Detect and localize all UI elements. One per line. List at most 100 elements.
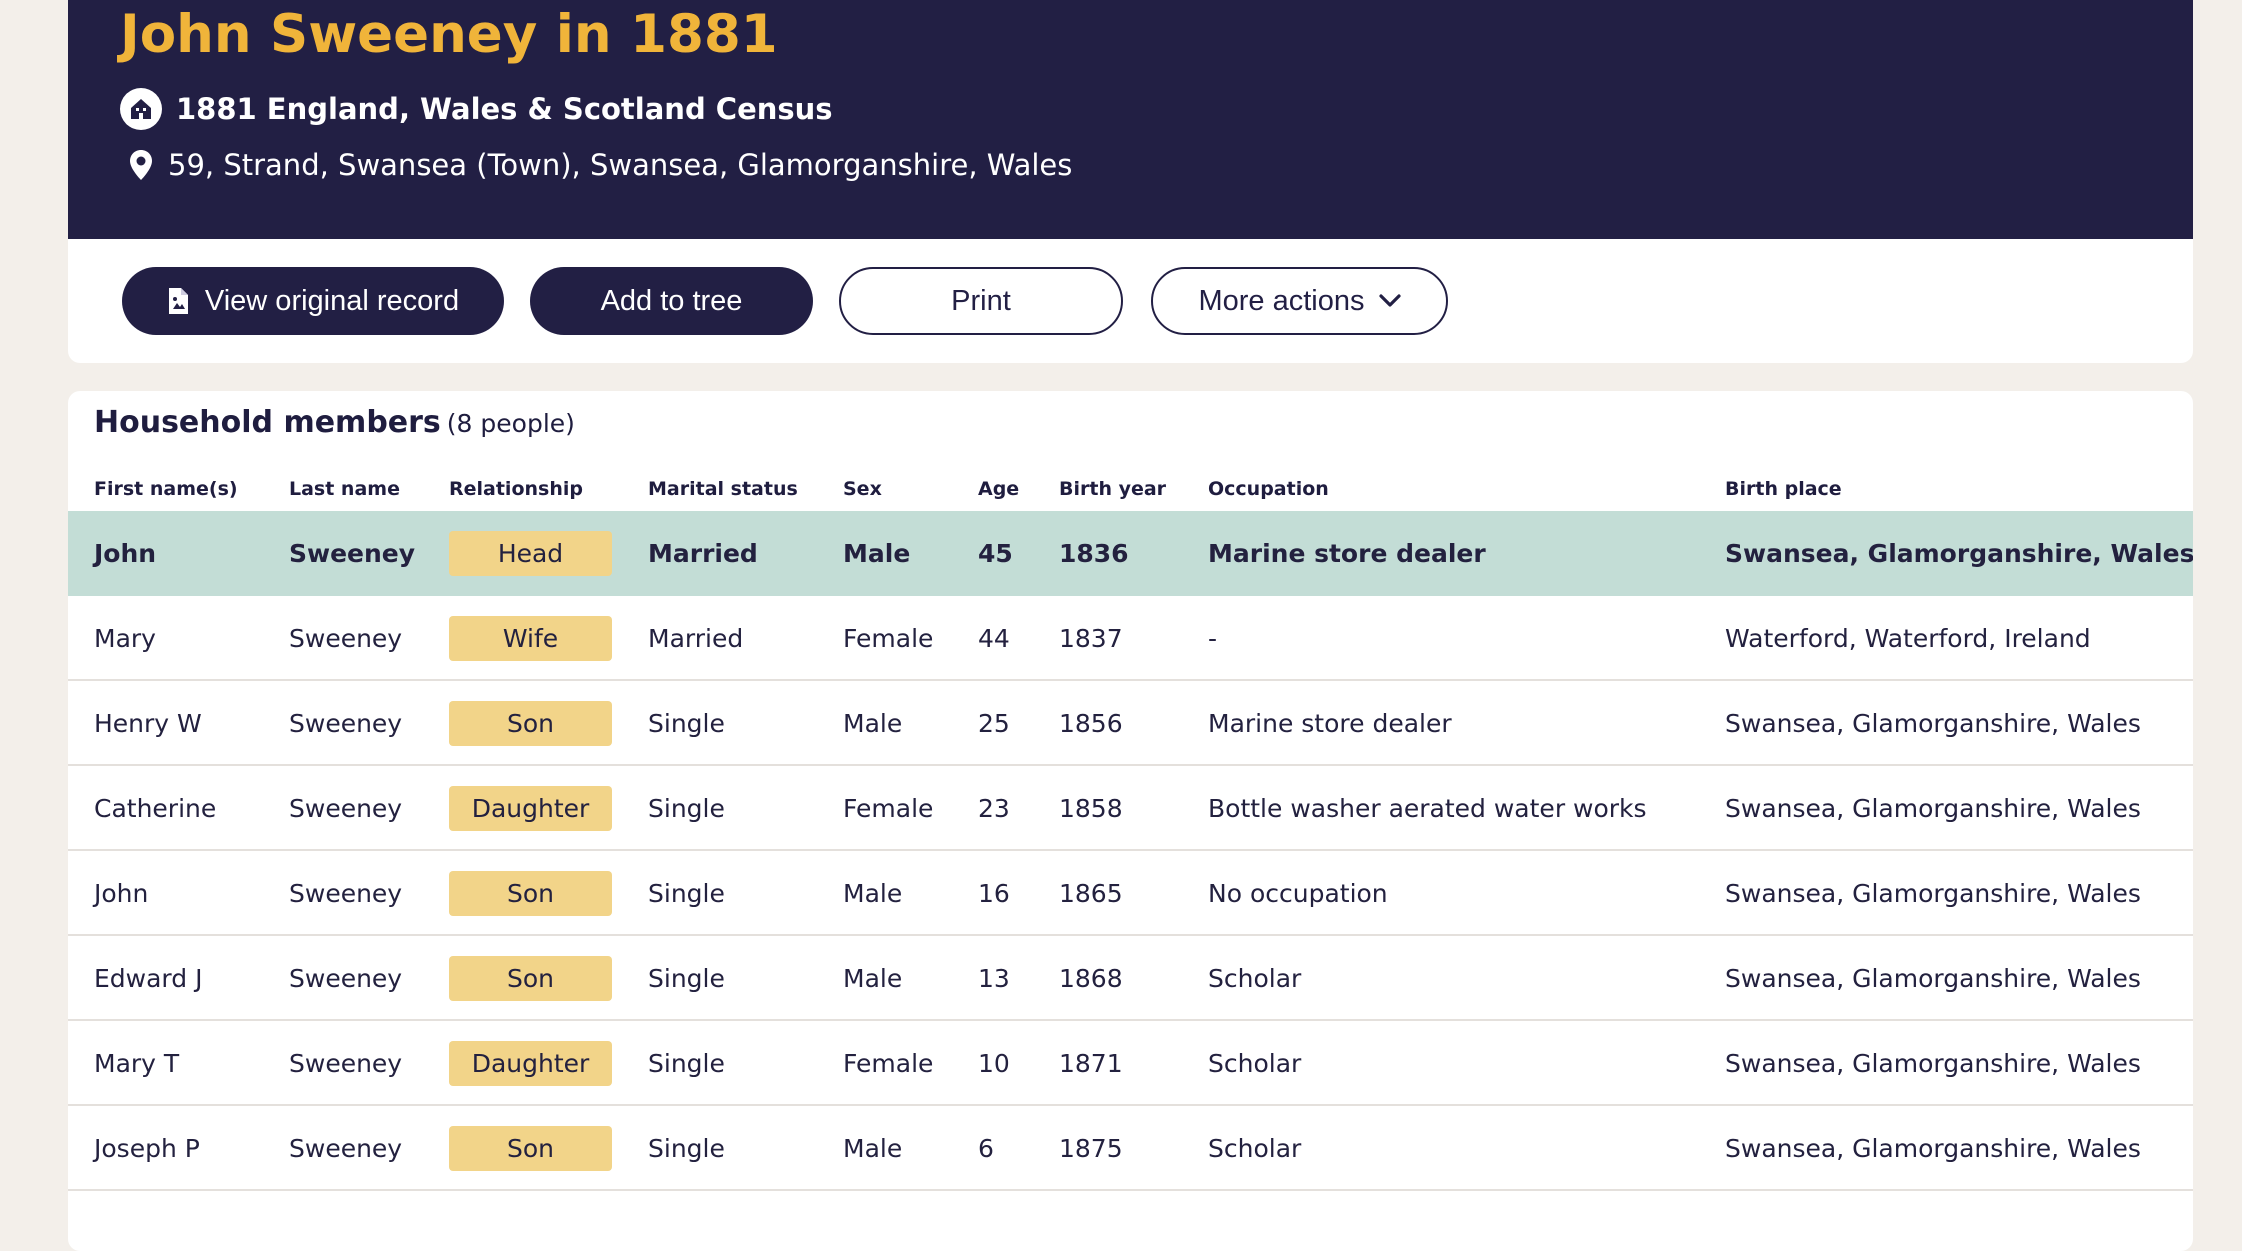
- household-heading: Household members (8 people): [94, 405, 575, 440]
- cell-last-name: Sweeney: [289, 709, 403, 738]
- column-header: Birth year: [1059, 478, 1167, 500]
- cell-sex: Male: [843, 1134, 903, 1163]
- cell-birth-place: Swansea, Glamorganshire, Wales: [1725, 709, 2141, 738]
- cell-marital-status: Single: [648, 879, 725, 908]
- cell-marital-status: Single: [648, 1134, 725, 1163]
- cell-sex: Male: [843, 964, 903, 993]
- cell-sex: Male: [843, 709, 903, 738]
- census-collection: 1881 England, Wales & Scotland Census: [120, 88, 833, 130]
- cell-birth-place: Swansea, Glamorganshire, Wales: [1725, 794, 2141, 823]
- census-title: 1881 England, Wales & Scotland Census: [176, 92, 833, 126]
- cell-birth-place: Swansea, Glamorganshire, Wales: [1725, 879, 2141, 908]
- page-title: John Sweeney in 1881: [120, 4, 778, 65]
- table-row[interactable]: Mary T Sweeney Daughter Single Female 10…: [68, 1021, 2193, 1106]
- relationship-badge: Head: [449, 531, 612, 576]
- relationship-badge: Wife: [449, 616, 612, 661]
- relationship-badge: Son: [449, 701, 612, 746]
- add-to-tree-button[interactable]: Add to tree: [530, 267, 813, 335]
- cell-birth-year: 1856: [1059, 709, 1123, 738]
- print-button[interactable]: Print: [839, 267, 1123, 335]
- cell-marital-status: Married: [648, 624, 744, 653]
- cell-first-name: John: [94, 879, 149, 908]
- chevron-down-icon: [1378, 294, 1401, 308]
- cell-birth-place: Swansea, Glamorganshire, Wales: [1725, 964, 2141, 993]
- cell-marital-status: Married: [648, 539, 758, 568]
- cell-occupation: No occupation: [1208, 879, 1388, 908]
- cell-first-name: Mary T: [94, 1049, 180, 1078]
- cell-last-name: Sweeney: [289, 1134, 403, 1163]
- household-members-panel: Household members (8 people) First name(s…: [68, 391, 2193, 1251]
- cell-occupation: Scholar: [1208, 1134, 1302, 1163]
- relationship-badge: Daughter: [449, 786, 612, 831]
- column-header: Relationship: [449, 478, 583, 500]
- cell-occupation: Marine store dealer: [1208, 709, 1452, 738]
- table-row[interactable]: Joseph P Sweeney Son Single Male 6 1875 …: [68, 1106, 2193, 1191]
- relationship-badge: Daughter: [449, 1041, 612, 1086]
- cell-marital-status: Single: [648, 794, 725, 823]
- table-row[interactable]: John Sweeney Son Single Male 16 1865 No …: [68, 851, 2193, 936]
- table-header: First name(s) Last name Relationship Mar…: [68, 467, 2193, 511]
- cell-last-name: Sweeney: [289, 879, 403, 908]
- cell-first-name: Henry W: [94, 709, 202, 738]
- add-to-tree-label: Add to tree: [600, 284, 743, 317]
- cell-age: 10: [978, 1049, 1010, 1078]
- column-header: Last name: [289, 478, 400, 500]
- cell-age: 16: [978, 879, 1010, 908]
- record-header: John Sweeney in 1881 1881 England, Wales…: [68, 0, 2193, 239]
- cell-occupation: Marine store dealer: [1208, 539, 1486, 568]
- cell-first-name: Edward J: [94, 964, 203, 993]
- table-row[interactable]: Catherine Sweeney Daughter Single Female…: [68, 766, 2193, 851]
- relationship-badge: Son: [449, 871, 612, 916]
- cell-age: 23: [978, 794, 1010, 823]
- table-row[interactable]: Mary Sweeney Wife Married Female 44 1837…: [68, 596, 2193, 681]
- cell-marital-status: Single: [648, 1049, 725, 1078]
- cell-first-name: Mary: [94, 624, 156, 653]
- view-original-record-button[interactable]: View original record: [122, 267, 504, 335]
- column-header: First name(s): [94, 478, 238, 500]
- cell-birth-place: Swansea, Glamorganshire, Wales: [1725, 1049, 2141, 1078]
- cell-last-name: Sweeney: [289, 1049, 403, 1078]
- cell-last-name: Sweeney: [289, 794, 403, 823]
- document-image-icon: [167, 287, 189, 315]
- table-row[interactable]: Henry W Sweeney Son Single Male 25 1856 …: [68, 681, 2193, 766]
- column-header: Birth place: [1725, 478, 1842, 500]
- cell-occupation: Scholar: [1208, 964, 1302, 993]
- cell-birth-year: 1837: [1059, 624, 1123, 653]
- cell-birth-year: 1875: [1059, 1134, 1123, 1163]
- cell-occupation: Scholar: [1208, 1049, 1302, 1078]
- more-actions-button[interactable]: More actions: [1151, 267, 1448, 335]
- cell-last-name: Sweeney: [289, 539, 416, 568]
- view-original-label: View original record: [204, 284, 460, 317]
- household-title: Household members: [94, 405, 441, 440]
- cell-birth-year: 1868: [1059, 964, 1123, 993]
- cell-marital-status: Single: [648, 709, 725, 738]
- address-text: 59, Strand, Swansea (Town), Swansea, Gla…: [168, 148, 1073, 182]
- household-count: (8 people): [446, 409, 575, 438]
- cell-birth-year: 1858: [1059, 794, 1123, 823]
- column-header: Age: [978, 478, 1020, 500]
- cell-sex: Female: [843, 624, 934, 653]
- column-header: Occupation: [1208, 478, 1329, 500]
- relationship-badge: Son: [449, 1126, 612, 1171]
- cell-occupation: Bottle washer aerated water works: [1208, 794, 1647, 823]
- cell-birth-year: 1836: [1059, 539, 1129, 568]
- column-header: Marital status: [648, 478, 798, 500]
- table-row[interactable]: John Sweeney Head Married Male 45 1836 M…: [68, 511, 2193, 596]
- record-address: 59, Strand, Swansea (Town), Swansea, Gla…: [120, 144, 1072, 186]
- cell-sex: Female: [843, 794, 934, 823]
- cell-last-name: Sweeney: [289, 624, 403, 653]
- cell-sex: Male: [843, 879, 903, 908]
- location-pin-icon: [120, 144, 162, 186]
- cell-sex: Male: [843, 539, 911, 568]
- census-house-icon: [120, 88, 162, 130]
- cell-age: 6: [978, 1134, 994, 1163]
- column-header: Sex: [843, 478, 882, 500]
- cell-age: 45: [978, 539, 1013, 568]
- cell-birth-place: Swansea, Glamorganshire, Wales: [1725, 1134, 2141, 1163]
- cell-age: 25: [978, 709, 1010, 738]
- action-bar: View original record Add to tree Print M…: [68, 239, 2193, 363]
- cell-occupation: -: [1208, 624, 1218, 653]
- table-row[interactable]: Edward J Sweeney Son Single Male 13 1868…: [68, 936, 2193, 1021]
- cell-last-name: Sweeney: [289, 964, 403, 993]
- cell-birth-year: 1871: [1059, 1049, 1123, 1078]
